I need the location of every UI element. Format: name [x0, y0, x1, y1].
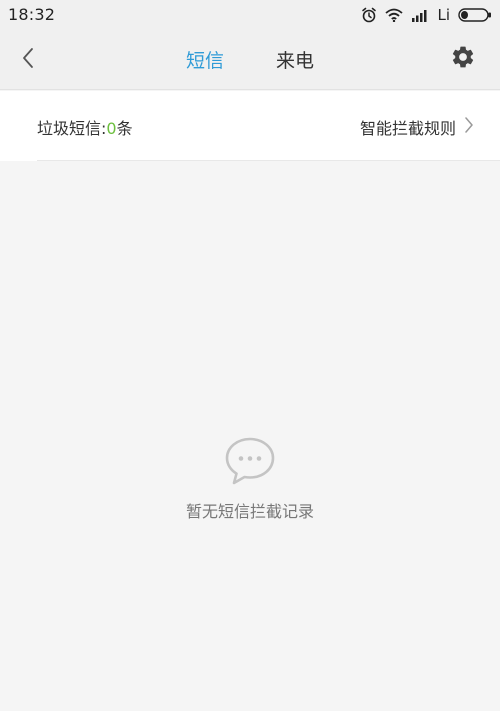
empty-state: 暂无短信拦截记录: [0, 436, 500, 522]
smart-block-rules-link[interactable]: 智能拦截规则: [360, 115, 474, 139]
spam-summary-row: 垃圾短信:0条 智能拦截规则: [0, 91, 500, 161]
header: 短信 来电: [0, 30, 500, 90]
alarm-icon: [361, 7, 377, 23]
spam-count-prefix: 垃圾短信:: [37, 119, 107, 138]
empty-message: 暂无短信拦截记录: [185, 502, 314, 521]
sms-block-screen: 18:32 Li 短信 来电 垃圾短信:0条 智能拦截规则 暂无短信拦截记录: [0, 0, 500, 711]
battery-icon: [458, 8, 492, 22]
back-button[interactable]: [14, 46, 42, 74]
wifi-icon: [385, 8, 404, 22]
tab-sms[interactable]: 短信: [186, 46, 224, 73]
status-time: 18:32: [8, 5, 56, 24]
smart-block-rules-label: 智能拦截规则: [359, 119, 456, 138]
status-bar: 18:32 Li: [0, 0, 500, 30]
status-icons: Li: [361, 5, 492, 25]
settings-button[interactable]: [448, 44, 478, 74]
spam-count-number: 0: [106, 119, 117, 138]
gear-icon: [450, 44, 476, 74]
chevron-right-icon: [464, 116, 474, 138]
tab-calls[interactable]: 来电: [276, 46, 314, 73]
divider: [37, 160, 500, 161]
chat-bubble-icon: [224, 436, 276, 490]
signal-icon: [411, 8, 429, 22]
spam-count-label: 垃圾短信:0条: [37, 115, 133, 139]
carrier-label: Li: [437, 6, 450, 24]
chevron-left-icon: [20, 46, 36, 74]
spam-count-suffix: 条: [116, 119, 133, 138]
